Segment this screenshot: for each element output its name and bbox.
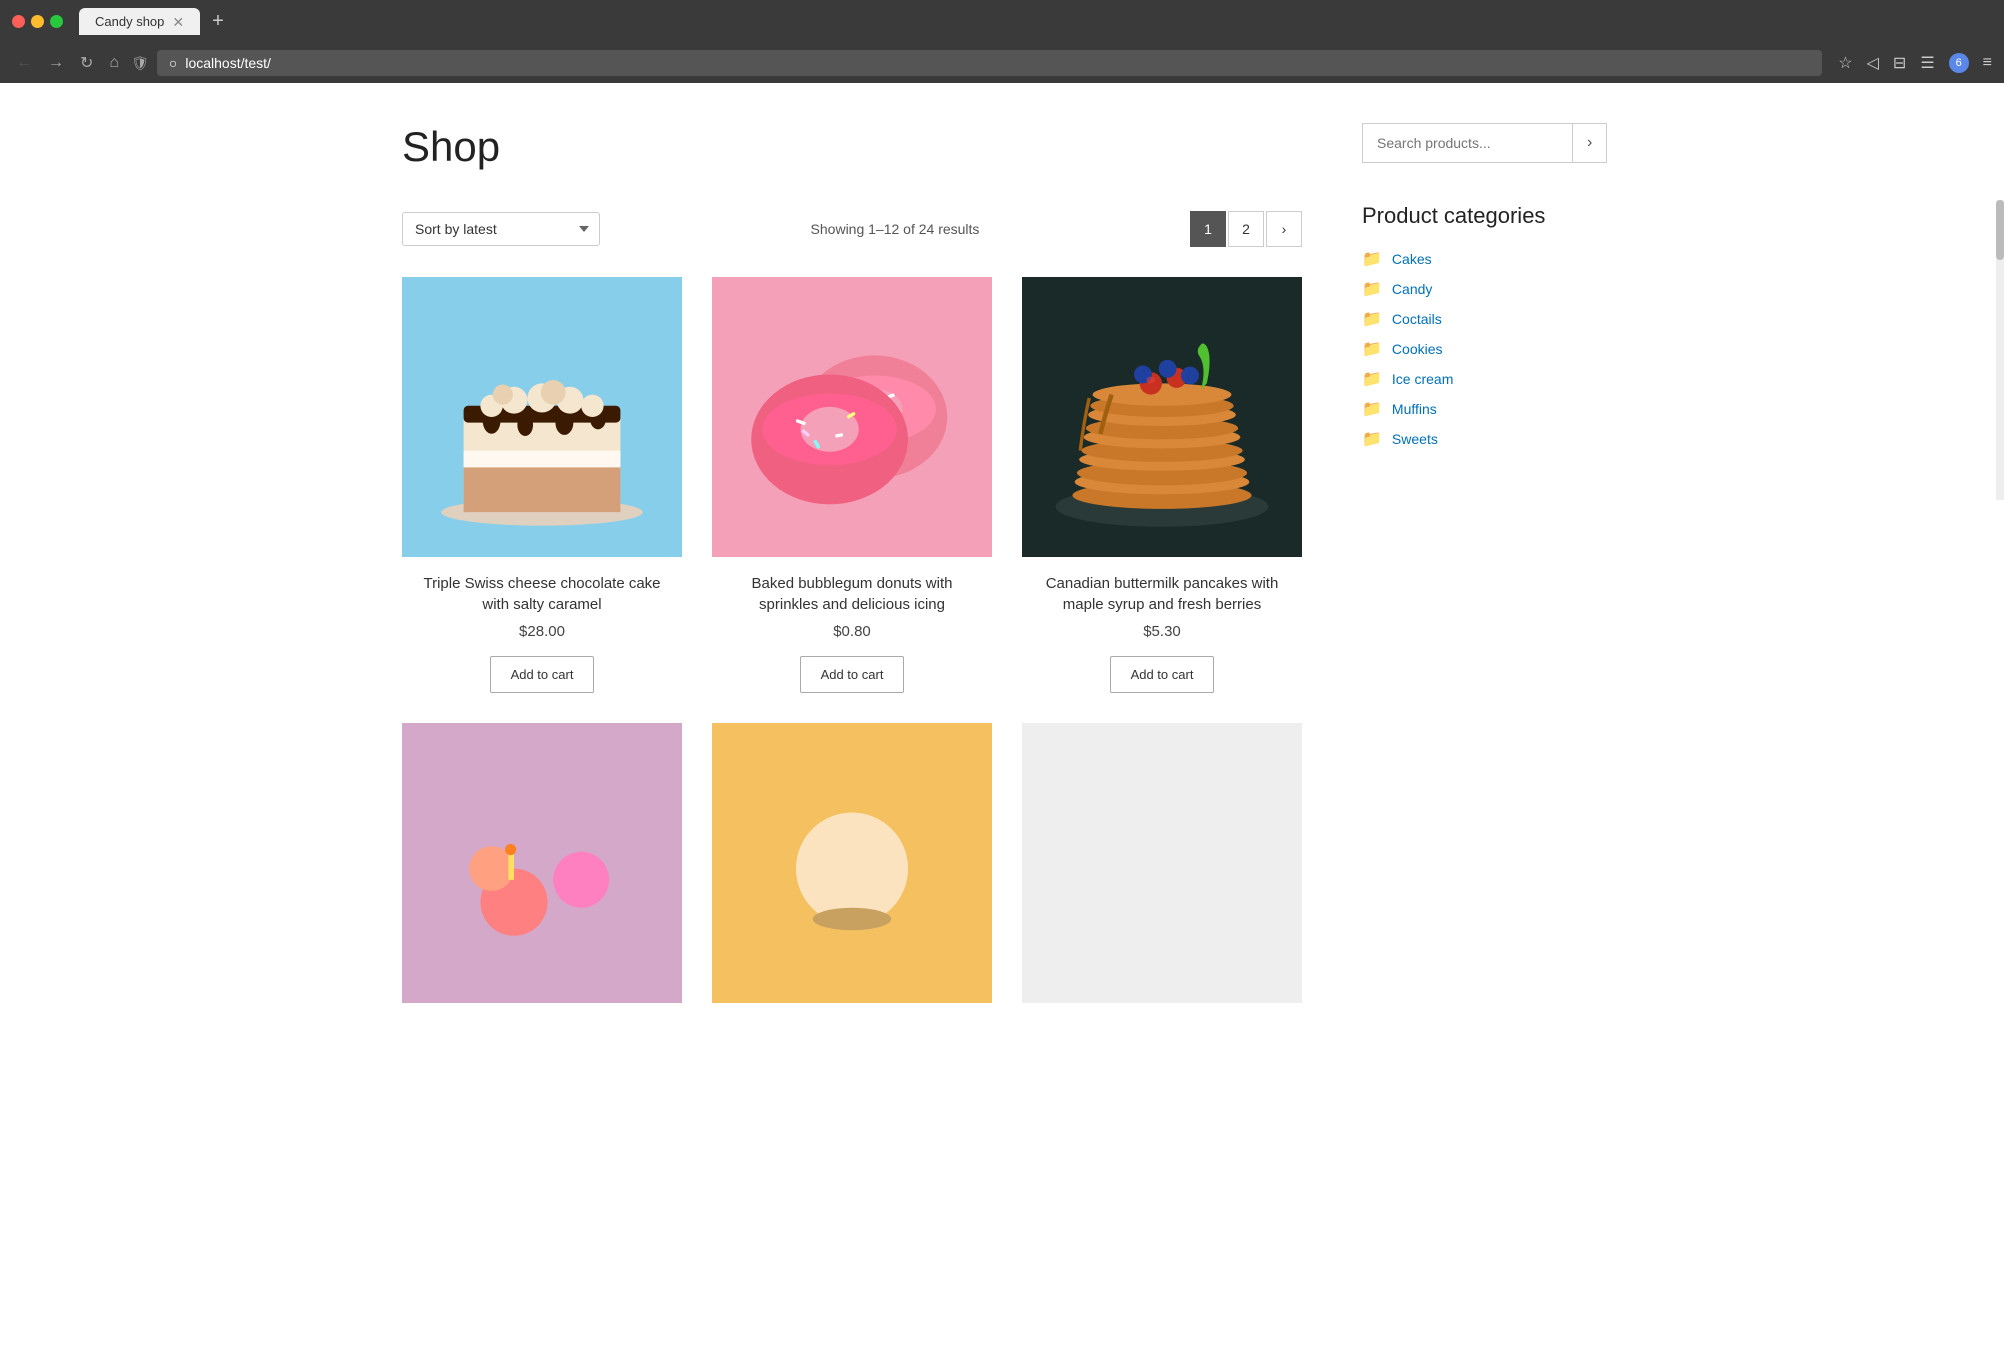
page-wrapper: Shop Sort by latest Sort by price: low t… xyxy=(342,83,1662,1059)
product-image-cake xyxy=(402,277,682,557)
product-name-1: Triple Swiss cheese chocolate cake with … xyxy=(402,573,682,615)
browser-nav: ← → ↻ ⌂ 🛡 ○ localhost/test/ ☆ ◁ ⊟ ☰ 6 ≡ xyxy=(0,43,2004,83)
page-title: Shop xyxy=(402,123,1302,171)
folder-icon: 📁 xyxy=(1362,279,1382,299)
product-price-1: $28.00 xyxy=(519,623,565,640)
category-item-candy[interactable]: 📁 Candy xyxy=(1362,279,1602,299)
product-price-3: $5.30 xyxy=(1143,623,1181,640)
products-grid: Triple Swiss cheese chocolate cake with … xyxy=(402,277,1302,1019)
notification-badge[interactable]: 6 xyxy=(1949,53,1969,73)
product-image-donut xyxy=(712,277,992,557)
traffic-lights xyxy=(12,15,63,28)
category-item-ice-cream[interactable]: 📁 Ice cream xyxy=(1362,369,1602,389)
menu-icon[interactable]: ≡ xyxy=(1983,54,1992,72)
product-image-pancakes xyxy=(1022,277,1302,557)
main-content: Shop Sort by latest Sort by price: low t… xyxy=(402,123,1302,1019)
scrollbar-thumb[interactable] xyxy=(1996,200,2004,260)
product-card: Triple Swiss cheese chocolate cake with … xyxy=(402,277,682,693)
product-image-partial-3 xyxy=(1022,723,1302,1003)
folder-icon: 📁 xyxy=(1362,429,1382,449)
page-1-button[interactable]: 1 xyxy=(1190,211,1226,247)
category-item-muffins[interactable]: 📁 Muffins xyxy=(1362,399,1602,419)
browser-nav-icons: ☆ ◁ ⊟ ☰ 6 ≡ xyxy=(1838,53,1992,73)
product-name-3: Canadian buttermilk pancakes with maple … xyxy=(1022,573,1302,615)
add-to-cart-2[interactable]: Add to cart xyxy=(800,656,905,693)
shop-controls: Sort by latest Sort by price: low to hig… xyxy=(402,211,1302,247)
tab-title: Candy shop xyxy=(95,14,164,29)
product-card-partial-3 xyxy=(1022,723,1302,1019)
category-link-coctails[interactable]: Coctails xyxy=(1392,311,1442,327)
category-item-cakes[interactable]: 📁 Cakes xyxy=(1362,249,1602,269)
reader-icon[interactable]: ☰ xyxy=(1920,53,1934,73)
folder-icon: 📁 xyxy=(1362,309,1382,329)
product-name-2: Baked bubblegum donuts with sprinkles an… xyxy=(712,573,992,615)
product-image-partial-2 xyxy=(712,723,992,1003)
add-to-cart-1[interactable]: Add to cart xyxy=(490,656,595,693)
product-card-partial-1 xyxy=(402,723,682,1019)
search-input[interactable] xyxy=(1362,123,1572,163)
url-text: localhost/test/ xyxy=(185,55,271,71)
close-button[interactable] xyxy=(12,15,25,28)
scrollbar[interactable] xyxy=(1996,200,2004,500)
new-tab-button[interactable]: + xyxy=(212,10,224,33)
sort-select[interactable]: Sort by latest Sort by price: low to hig… xyxy=(402,212,600,246)
tab-close-icon[interactable]: ✕ xyxy=(172,15,184,29)
browser-titlebar: Candy shop ✕ + xyxy=(0,0,2004,43)
product-card: Canadian buttermilk pancakes with maple … xyxy=(1022,277,1302,693)
bookmark-icon[interactable]: ☆ xyxy=(1838,53,1852,73)
forward-button[interactable]: → xyxy=(44,50,68,76)
folder-icon: 📁 xyxy=(1362,399,1382,419)
category-link-cookies[interactable]: Cookies xyxy=(1392,341,1443,357)
folder-icon: 📁 xyxy=(1362,369,1382,389)
folder-icon: 📁 xyxy=(1362,249,1382,269)
browser-tab[interactable]: Candy shop ✕ xyxy=(79,8,200,35)
category-link-muffins[interactable]: Muffins xyxy=(1392,401,1437,417)
product-price-2: $0.80 xyxy=(833,623,871,640)
category-item-sweets[interactable]: 📁 Sweets xyxy=(1362,429,1602,449)
category-item-coctails[interactable]: 📁 Coctails xyxy=(1362,309,1602,329)
categories-title: Product categories xyxy=(1362,203,1602,229)
url-lock-icon: ○ xyxy=(169,55,177,71)
home-button[interactable]: ⌂ xyxy=(105,50,123,76)
shield-icon: 🛡 xyxy=(131,55,149,72)
search-button[interactable]: › xyxy=(1572,123,1607,163)
results-text: Showing 1–12 of 24 results xyxy=(811,221,980,237)
folder-icon: 📁 xyxy=(1362,339,1382,359)
url-bar[interactable]: ○ localhost/test/ xyxy=(157,50,1822,76)
category-link-cakes[interactable]: Cakes xyxy=(1392,251,1432,267)
category-item-cookies[interactable]: 📁 Cookies xyxy=(1362,339,1602,359)
category-link-sweets[interactable]: Sweets xyxy=(1392,431,1438,447)
browser-chrome: Candy shop ✕ + ← → ↻ ⌂ 🛡 ○ localhost/tes… xyxy=(0,0,2004,83)
maximize-button[interactable] xyxy=(50,15,63,28)
page-2-button[interactable]: 2 xyxy=(1228,211,1264,247)
history-icon[interactable]: ⊟ xyxy=(1893,53,1906,73)
minimize-button[interactable] xyxy=(31,15,44,28)
page-next-button[interactable]: › xyxy=(1266,211,1302,247)
reload-button[interactable]: ↻ xyxy=(76,49,97,77)
pagination: 1 2 › xyxy=(1190,211,1302,247)
back-button[interactable]: ← xyxy=(12,50,36,76)
product-card-partial-2 xyxy=(712,723,992,1019)
pocket-icon[interactable]: ◁ xyxy=(1867,53,1879,73)
sidebar: › Product categories 📁 Cakes 📁 Candy 📁 C… xyxy=(1362,123,1602,1019)
search-bar: › xyxy=(1362,123,1602,163)
category-link-candy[interactable]: Candy xyxy=(1392,281,1432,297)
category-link-ice-cream[interactable]: Ice cream xyxy=(1392,371,1453,387)
product-card: Baked bubblegum donuts with sprinkles an… xyxy=(712,277,992,693)
add-to-cart-3[interactable]: Add to cart xyxy=(1110,656,1215,693)
product-image-partial-1 xyxy=(402,723,682,1003)
